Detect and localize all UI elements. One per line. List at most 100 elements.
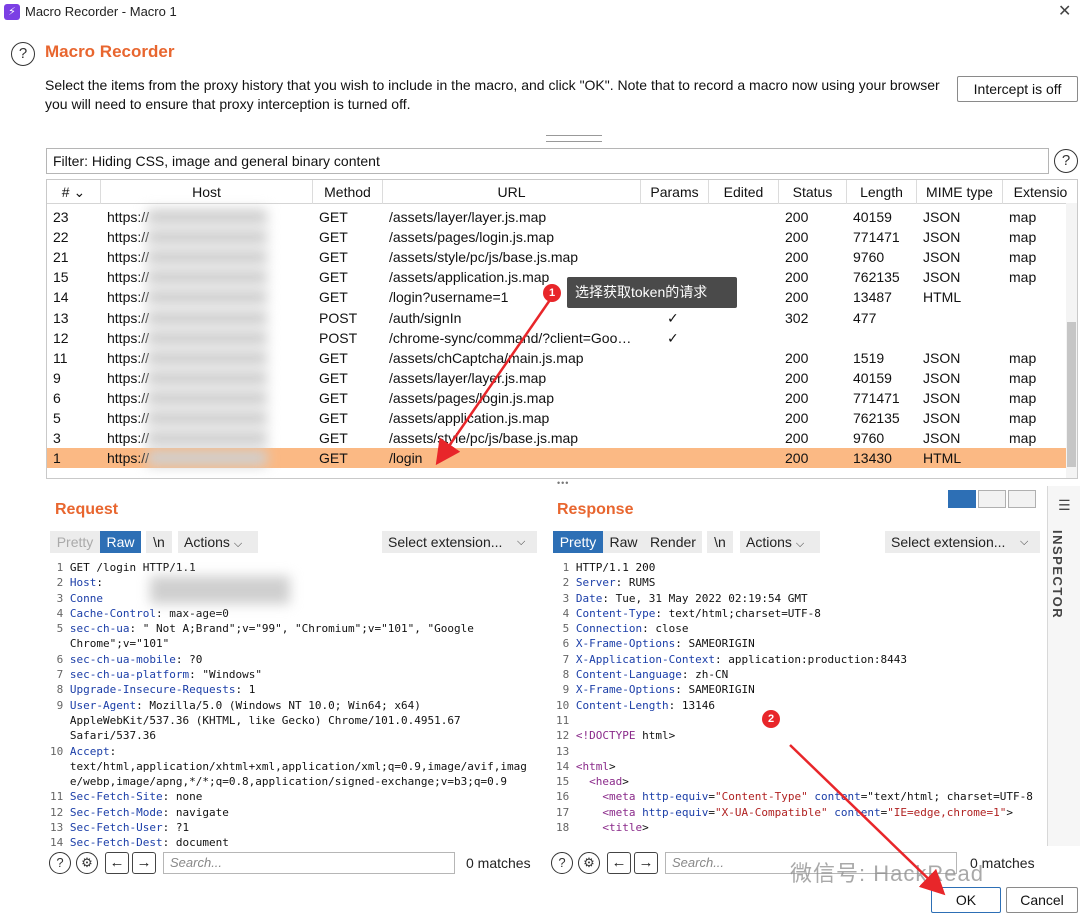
table-row[interactable]: 11 https://GET/assets/chCaptcha/main.js.m… [47, 348, 1077, 368]
request-help-icon[interactable]: ? [49, 852, 71, 874]
cell-method: GET [319, 269, 348, 286]
table-row[interactable]: 21 https://GET/assets/style/pc/js/base.js… [47, 247, 1077, 267]
ok-button[interactable]: OK [931, 887, 1001, 913]
column-header-status[interactable]: Status [779, 180, 847, 204]
response-tab-render[interactable]: Render [644, 531, 702, 553]
cell-mime-type: JSON [923, 389, 961, 406]
table-row[interactable]: 14https://GET/login?username=1✓20013487H… [47, 287, 1077, 307]
request-actions-dropdown[interactable]: Actions ⌵ [178, 531, 258, 553]
response-next-match-icon[interactable]: → [634, 852, 658, 874]
filter-help-icon[interactable]: ? [1054, 149, 1078, 173]
line-number: 10 [50, 744, 70, 758]
annotation-badge-1: 1 [543, 284, 561, 302]
column-header-host[interactable]: Host [101, 180, 313, 204]
request-prev-match-icon[interactable]: ← [105, 852, 129, 874]
column-header-length[interactable]: Length [847, 180, 917, 204]
response-help-icon[interactable]: ? [551, 852, 573, 874]
header-value: <meta http-equiv="Content-Type" content=… [602, 790, 1033, 804]
code-line: 10 Accept: [50, 744, 535, 759]
cell-mime-type: HTML [923, 450, 962, 467]
pane-resize-handle[interactable] [546, 135, 602, 142]
single-pane-icon[interactable] [1008, 490, 1036, 508]
request-settings-gear-icon[interactable]: ⚙ [76, 852, 98, 874]
redacted-host-blur [147, 329, 267, 346]
header-key: Conne [69, 591, 103, 605]
cell-num: 11 [53, 349, 68, 366]
cell-url: /assets/layer/layer.js.map [389, 369, 547, 386]
cancel-button[interactable]: Cancel [1006, 887, 1078, 913]
column-header-edited[interactable]: Edited [709, 180, 779, 204]
code-line: 9 User-Agent: Mozilla/5.0 (Windows NT 10… [50, 698, 535, 713]
redacted-host-blur [147, 450, 267, 467]
line-number: 18 [556, 821, 576, 835]
line-number: 4 [50, 606, 70, 620]
cell-mime-type: JSON [923, 249, 961, 266]
column-header-mime-type[interactable]: MIME type [917, 180, 1003, 204]
header-value: Safari/537.36 [69, 729, 156, 743]
request-search-input[interactable]: Search... [163, 852, 455, 874]
request-tab-pretty[interactable]: Pretty [50, 531, 100, 553]
help-icon[interactable]: ? [11, 42, 35, 66]
cell-length: 762135 [853, 410, 900, 426]
table-row[interactable]: 5 https://GET/assets/application.js.map 20… [47, 408, 1077, 428]
request-extension-select[interactable]: Select extension... ⌵ [382, 531, 537, 553]
response-panel-title: Response [557, 501, 634, 518]
filter-bar[interactable]: Filter: Hiding CSS, image and general bi… [46, 148, 1049, 174]
cell-method: GET [319, 349, 348, 366]
header-value: : Mozilla/5.0 (Windows NT 10.0; Win64; x… [136, 698, 421, 712]
cell-mime-type: JSON [923, 430, 961, 447]
table-row[interactable]: 9 https://GET/assets/layer/layer.js.map 20… [47, 368, 1077, 388]
cell-mime-type: JSON [923, 269, 961, 286]
table-row[interactable]: 13 https://POST/auth/signIn ✓ 302 477 [47, 308, 1077, 328]
code-line: Chrome";v="101" [50, 636, 535, 651]
table-row[interactable]: 12 https://POST/chrome-sync/command/?clie… [47, 328, 1077, 348]
response-editor[interactable]: 1 HTTP/1.1 200 2 Server: RUMS 3 Date: Tu… [556, 560, 1038, 850]
split-horizontal-icon[interactable] [948, 490, 976, 508]
table-row[interactable]: 6 https://GET/assets/pages/login.js.map 20… [47, 388, 1077, 408]
response-actions-dropdown[interactable]: Actions ⌵ [740, 531, 820, 553]
close-window-icon[interactable]: ✕ [1058, 1, 1071, 21]
table-row[interactable]: 3 https://GET/assets/style/pc/js/base.js.… [47, 428, 1077, 448]
header-value: : SAMEORIGIN [675, 683, 755, 697]
response-tab-pretty[interactable]: Pretty [553, 531, 603, 553]
header-key: Cache-Control [69, 606, 156, 620]
response-settings-gear-icon[interactable]: ⚙ [578, 852, 600, 874]
intercept-toggle-button[interactable]: Intercept is off [957, 76, 1078, 102]
table-row[interactable]: 23 https://GET/assets/layer/layer.js.map 2… [47, 207, 1077, 227]
code-line: 5 sec-ch-ua: " Not A;Brand";v="99", "Chr… [50, 621, 535, 636]
cell-length: 40159 [853, 209, 892, 225]
chevron-down-icon: ⌵ [233, 538, 243, 550]
code-line: 5 Connection: close [556, 621, 1038, 636]
column-header-num[interactable]: # ⌄ [47, 180, 101, 204]
splitter-dots[interactable]: ••• [557, 479, 571, 488]
inspector-label[interactable]: INSPECTOR [1050, 530, 1065, 619]
table-scrollbar-thumb[interactable] [1067, 322, 1076, 467]
cell-num: 13 [53, 309, 69, 326]
column-header-extension[interactable]: Extensio [1003, 180, 1077, 204]
table-row[interactable]: 22 https://GET/assets/pages/login.js.map 2… [47, 227, 1077, 247]
cell-status: 200 [785, 369, 809, 386]
column-header-url[interactable]: URL [383, 180, 641, 204]
table-row[interactable]: 1 https://GET/login 200 13430 HTML [47, 448, 1077, 469]
cell-length [853, 328, 915, 348]
cell-method: GET [319, 389, 348, 406]
header-key: Sec-Fetch-Mode [69, 805, 163, 819]
request-tab-newline[interactable]: \n [146, 531, 172, 553]
line-number: 14 [50, 836, 70, 850]
column-header-method[interactable]: Method [313, 180, 383, 204]
header-value: : application:production:8443 [714, 652, 908, 666]
split-vertical-icon[interactable] [978, 490, 1006, 508]
response-prev-match-icon[interactable]: ← [607, 852, 631, 874]
line-number [50, 729, 70, 742]
response-tab-raw[interactable]: Raw [603, 531, 644, 553]
column-header-params[interactable]: Params [641, 180, 709, 204]
request-tab-raw[interactable]: Raw [100, 531, 141, 553]
request-editor[interactable]: 1 GET /login HTTP/1.1 2 Host: 3 Conne 4 … [50, 560, 535, 850]
cell-method: GET [319, 229, 348, 246]
request-next-match-icon[interactable]: → [132, 852, 156, 874]
response-tab-newline[interactable]: \n [707, 531, 733, 553]
response-extension-select[interactable]: Select extension... ⌵ [885, 531, 1040, 553]
table-row[interactable]: 15 https://GET/assets/application.js.map 2… [47, 267, 1077, 287]
inspector-menu-icon[interactable]: ☰ [1058, 497, 1071, 514]
cell-method: GET [319, 430, 348, 447]
